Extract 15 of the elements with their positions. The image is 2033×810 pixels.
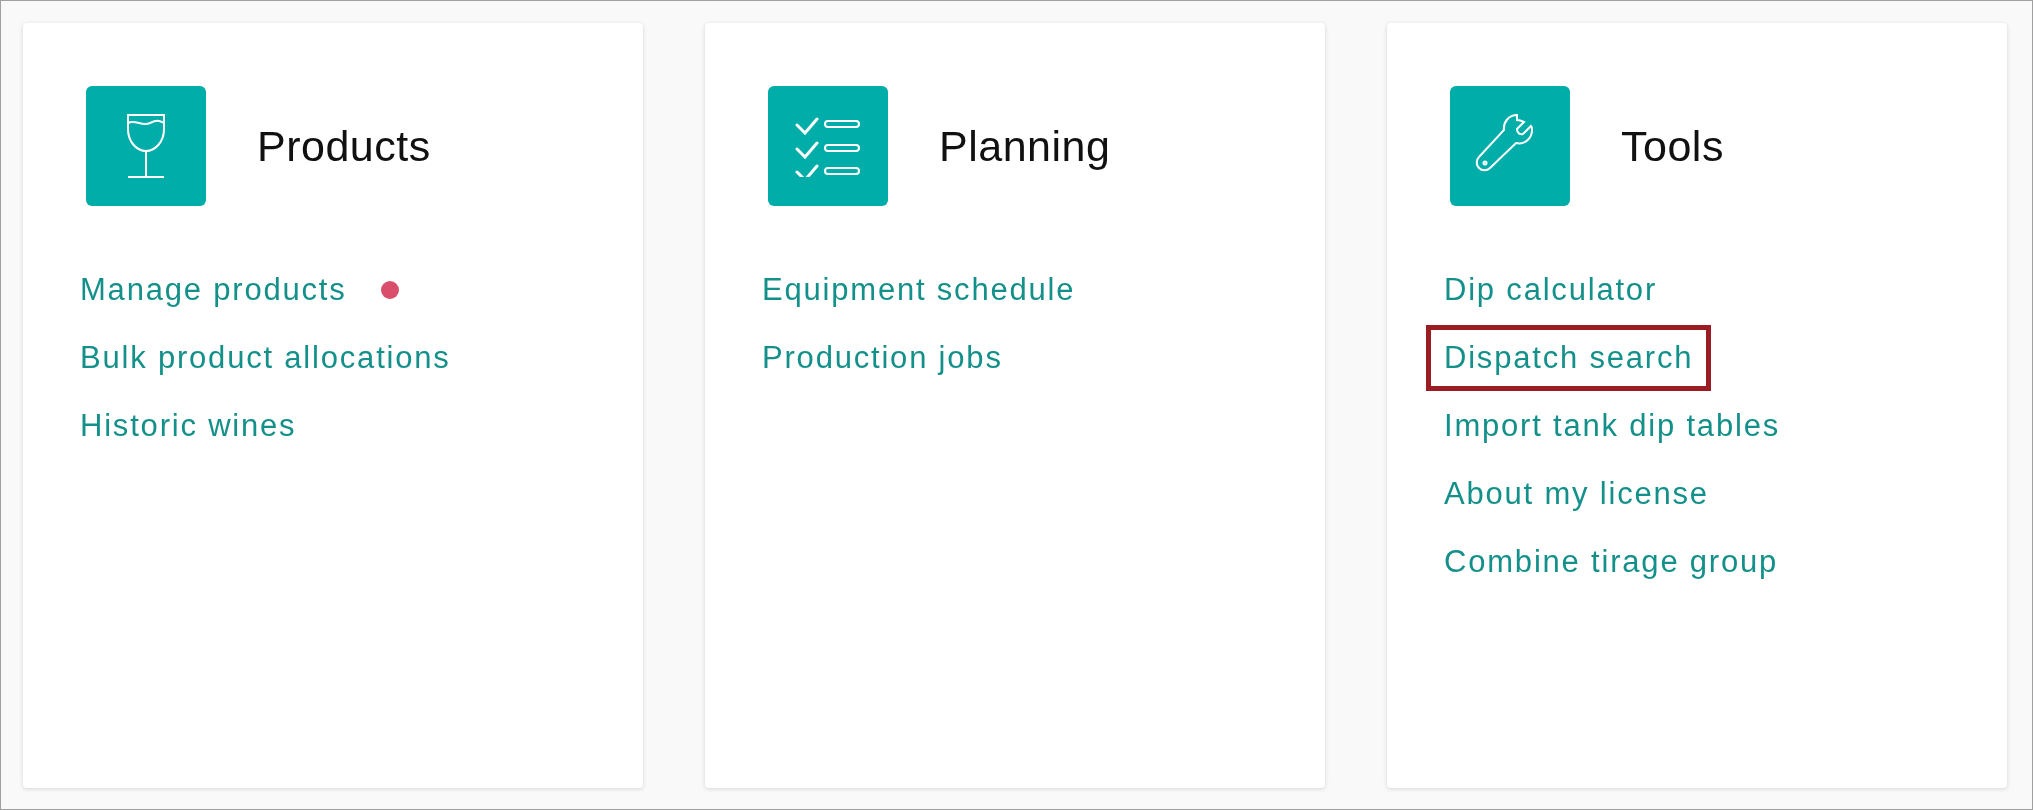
card-title: Tools	[1621, 120, 1724, 172]
menu-link[interactable]: Bulk product allocations	[62, 325, 469, 391]
card-title: Products	[257, 120, 431, 172]
menu-link[interactable]: About my license	[1426, 461, 1727, 527]
menu-link[interactable]: Dip calculator	[1426, 257, 1675, 323]
menu-link[interactable]: Production jobs	[744, 325, 1021, 391]
menu-link[interactable]: Import tank dip tables	[1426, 393, 1798, 459]
menu-link[interactable]: Equipment schedule	[744, 257, 1094, 323]
menu-link[interactable]: Combine tirage group	[1426, 529, 1797, 595]
menu-link[interactable]: Historic wines	[62, 393, 315, 459]
menu-link[interactable]: Manage products	[62, 257, 365, 323]
menu-link[interactable]: Dispatch search	[1426, 325, 1712, 391]
card-title: Planning	[939, 120, 1111, 172]
wine-glass-icon	[124, 113, 168, 179]
checklist-icon	[795, 115, 861, 177]
